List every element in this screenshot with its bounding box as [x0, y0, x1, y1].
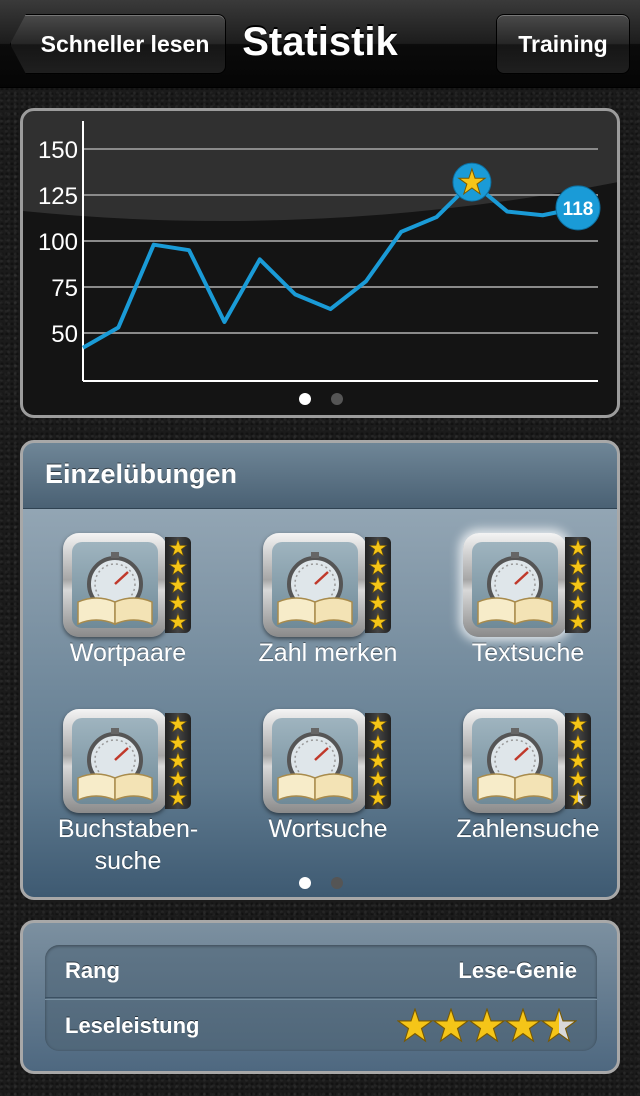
exercise-star-rating [365, 537, 391, 633]
gloss-highlight [23, 111, 617, 221]
speed-reading-book-icon[interactable] [263, 533, 367, 637]
star-icon [169, 770, 187, 788]
exercises-title: Einzelübungen [23, 443, 617, 509]
star-icon [569, 715, 587, 733]
best-score-marker [452, 162, 492, 202]
speed-reading-book-icon[interactable] [63, 533, 167, 637]
star-icon [169, 594, 187, 612]
star-icon [169, 788, 187, 807]
back-button[interactable]: Schneller lesen [10, 14, 226, 74]
star-icon [169, 539, 187, 557]
star-icon [369, 788, 387, 807]
chart-page-indicator[interactable] [299, 393, 343, 405]
page-title: Statistik [242, 20, 398, 64]
page-dot[interactable] [299, 393, 311, 405]
star-icon [541, 1008, 577, 1043]
last-value-label: 118 [563, 199, 594, 220]
y-tick-label: 125 [38, 183, 78, 210]
star-icon [569, 770, 587, 788]
rank-table: Rang Lese-Genie Leseleistung [45, 945, 597, 1051]
navigation-bar: Schneller lesen Statistik Training [0, 0, 640, 88]
rank-panel: Rang Lese-Genie Leseleistung [20, 920, 620, 1074]
star-icon [369, 770, 387, 788]
exercise-star-rating [365, 713, 391, 809]
exercise-label: Wortpaare [69, 639, 187, 667]
star-icon [369, 539, 387, 557]
exercises-page-indicator[interactable] [299, 877, 343, 889]
star-icon [569, 733, 587, 751]
training-button[interactable]: Training [496, 14, 630, 74]
star-icon [397, 1008, 433, 1043]
star-icon [569, 539, 587, 557]
star-icon [569, 788, 587, 807]
exercise-label: Buchstaben- suche [57, 815, 199, 875]
rank-value: Lese-Genie [458, 958, 577, 983]
page-dot[interactable] [331, 877, 343, 889]
speed-reading-book-icon[interactable] [263, 709, 367, 813]
star-icon [505, 1008, 541, 1043]
star-icon [469, 1008, 505, 1043]
exercise-label: Wortsuche [268, 815, 388, 843]
star-icon [369, 575, 387, 594]
rank-row: Rang Lese-Genie [45, 945, 597, 998]
exercise-label: Zahlensuche [456, 815, 600, 843]
exercise-label: Textsuche [471, 639, 585, 667]
reading-performance-stars [397, 1008, 577, 1044]
exercise-star-rating [565, 713, 591, 809]
speed-reading-book-icon[interactable] [63, 709, 167, 813]
exercise-star-rating [165, 713, 191, 809]
star-icon [169, 715, 187, 733]
star-icon [433, 1008, 469, 1043]
exercise-star-rating [165, 537, 191, 633]
icon-artwork [72, 542, 158, 628]
star-icon [569, 612, 587, 631]
speed-reading-book-icon[interactable] [463, 709, 567, 813]
star-icon [169, 733, 187, 751]
statistics-chart-panel[interactable]: 150 125 100 75 50 118 [20, 108, 620, 418]
exercise-label: Zahl merken [258, 639, 398, 667]
y-tick-label: 75 [51, 275, 78, 302]
star-icon [369, 733, 387, 751]
statistics-chart: 150 125 100 75 50 118 [23, 111, 617, 382]
icon-artwork [72, 718, 158, 804]
star-icon [369, 715, 387, 733]
star-icon [369, 557, 387, 575]
speed-reading-book-icon[interactable] [463, 533, 567, 637]
reading-performance-label: Leseleistung [65, 1013, 200, 1038]
exercise-star-rating [565, 537, 591, 633]
star-icon [369, 594, 387, 612]
star-icon [569, 557, 587, 575]
star-icon [569, 751, 587, 770]
page-dot[interactable] [331, 393, 343, 405]
icon-artwork [272, 542, 358, 628]
reading-performance-row: Leseleistung [45, 999, 597, 1052]
star-icon [169, 575, 187, 594]
rank-label: Rang [65, 958, 120, 983]
y-tick-label: 50 [51, 321, 78, 348]
star-icon [569, 594, 587, 612]
star-icon [569, 575, 587, 594]
y-tick-label: 100 [38, 229, 78, 256]
icon-artwork [272, 718, 358, 804]
last-value-marker: 118 [555, 185, 601, 231]
star-icon [169, 751, 187, 770]
icon-artwork [472, 718, 558, 804]
y-tick-label: 150 [38, 137, 78, 164]
page-dot[interactable] [299, 877, 311, 889]
star-icon [369, 612, 387, 631]
icon-artwork [472, 542, 558, 628]
exercises-panel: Einzelübungen Wortpaare Zahl merken Textsu… [20, 440, 620, 900]
star-icon [169, 557, 187, 575]
star-icon [169, 612, 187, 631]
star-icon [369, 751, 387, 770]
